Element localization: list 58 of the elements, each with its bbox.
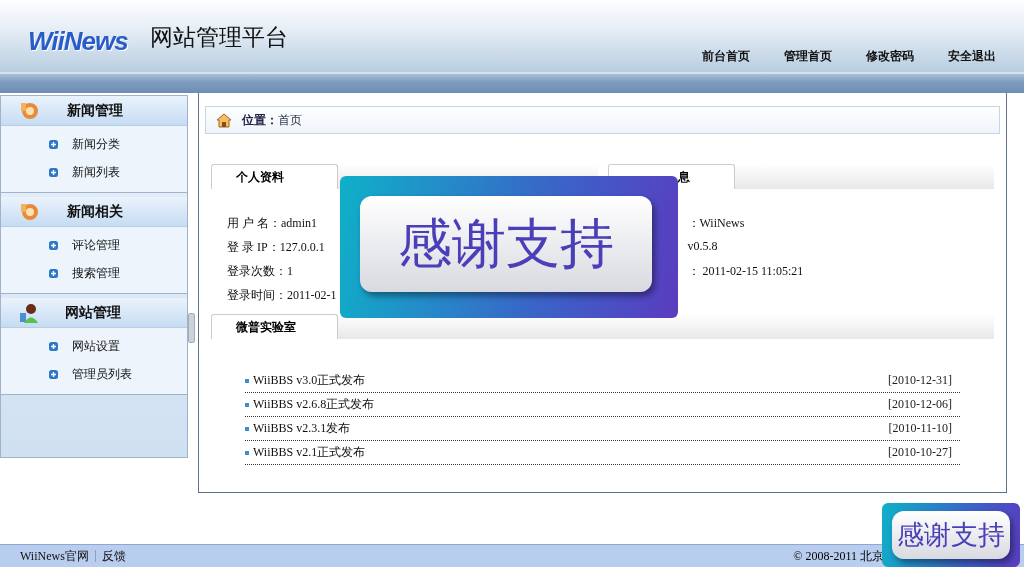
plus-icon — [49, 369, 58, 379]
news-date: [2010-11-10] — [888, 421, 952, 436]
group-title: 新闻管理 — [67, 101, 123, 120]
news-date: [2010-10-27] — [888, 445, 952, 460]
logo: WiiNews — [28, 26, 128, 57]
sidebar-item[interactable]: 搜索管理 — [1, 259, 187, 287]
info-row-text: 用 户 名：admin1 — [227, 215, 318, 232]
banner-text: 感谢支持 — [892, 511, 1010, 559]
group-title: 网站管理 — [65, 303, 121, 322]
news-link[interactable]: WiiBBS v2.6.8正式发布 — [253, 396, 375, 413]
info-row-text: ： 2011-02-15 11:05:21 — [687, 263, 805, 280]
news-link[interactable]: WiiBBS v2.1正式发布 — [253, 444, 366, 461]
sidebar-group-header[interactable]: 网站管理 — [1, 298, 187, 328]
bullet-icon — [245, 378, 249, 383]
nav-link[interactable]: 修改密码 — [866, 48, 914, 65]
sidebar-item[interactable]: 新闻列表 — [1, 158, 187, 186]
nav-link[interactable]: 安全退出 — [948, 48, 996, 65]
nav-link[interactable]: 管理首页 — [784, 48, 832, 65]
sidebar-item[interactable]: 管理员列表 — [1, 360, 187, 388]
info-row-text: 登录时间：2011-02-1 — [227, 287, 338, 304]
info-row-text: ：WiiNews — [687, 215, 746, 232]
news-date: [2010-12-31] — [888, 373, 952, 388]
banner[interactable]: 感谢支持 — [340, 176, 678, 318]
bullet-icon — [245, 426, 249, 431]
news-date: [2010-12-06] — [888, 397, 952, 412]
info-row-text: 登 录 IP：127.0.0.1 — [227, 239, 326, 256]
plus-icon — [49, 167, 58, 177]
news-link[interactable]: WiiBBS v3.0正式发布 — [253, 372, 366, 389]
group-title: 新闻相关 — [67, 202, 123, 221]
nav-link[interactable]: 前台首页 — [702, 48, 750, 65]
bullet-icon — [245, 450, 249, 455]
gear-icon — [19, 201, 41, 222]
footer-link[interactable]: 反馈 — [101, 547, 126, 565]
info-row-text: v0.5.8 — [687, 239, 719, 255]
sidebar-group-header[interactable]: 新闻相关 — [1, 197, 187, 227]
person-icon — [19, 302, 39, 323]
collapse-handle[interactable] — [188, 313, 195, 343]
sidebar-item[interactable]: 评论管理 — [1, 231, 187, 259]
plus-icon — [49, 240, 58, 250]
panel-tab[interactable]: 个人资料 — [211, 164, 338, 189]
sidebar-group-header[interactable]: 新闻管理 — [1, 96, 187, 126]
site-title: 网站管理平台 — [149, 23, 288, 52]
copyright: © 2008-2011 北京 — [793, 547, 884, 565]
news-link[interactable]: WiiBBS v2.3.1发布 — [253, 420, 351, 437]
info-row-text: 登录次数：1 — [227, 263, 294, 280]
gear-icon — [19, 100, 41, 121]
plus-icon — [49, 341, 58, 351]
panel-tab[interactable]: 微普实验室 — [211, 314, 338, 339]
sidebar-item[interactable]: 新闻分类 — [1, 130, 187, 158]
plus-icon — [49, 268, 58, 278]
banner[interactable]: 感谢支持 — [882, 503, 1020, 567]
footer-link[interactable]: WiiNews官网 — [20, 547, 89, 565]
bullet-icon — [245, 402, 249, 407]
breadcrumb: 位置：首页 — [242, 111, 302, 129]
plus-icon — [49, 139, 58, 149]
sidebar-item[interactable]: 网站设置 — [1, 332, 187, 360]
house-icon — [216, 112, 232, 128]
banner-text: 感谢支持 — [360, 196, 652, 292]
